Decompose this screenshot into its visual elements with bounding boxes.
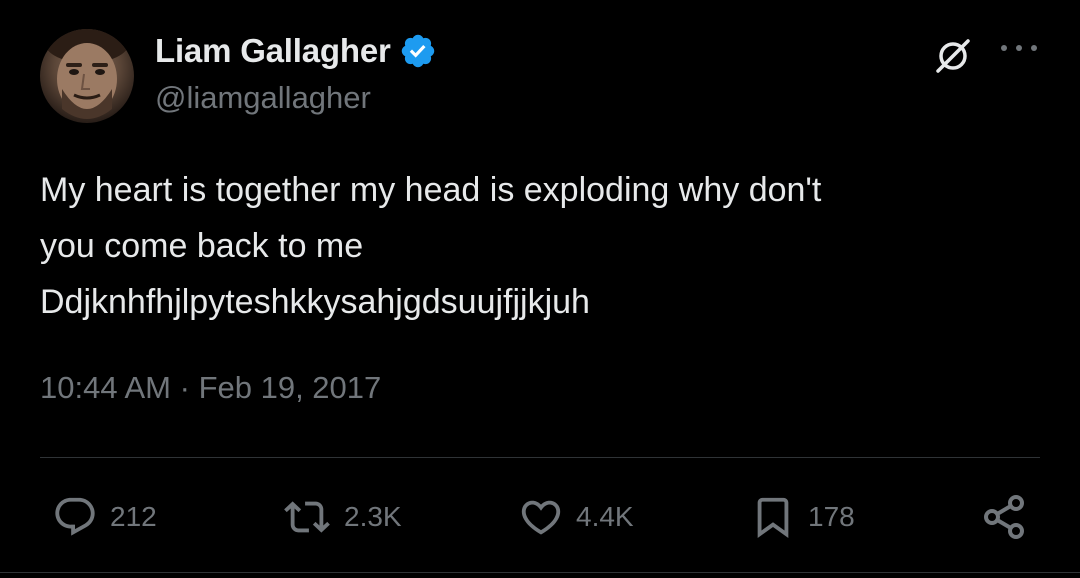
bottom-divider — [0, 572, 1080, 573]
reply-count: 212 — [110, 501, 157, 532]
bookmark-count: 178 — [808, 501, 855, 532]
repost-count: 2.3K — [344, 501, 402, 532]
grok-icon[interactable] — [932, 35, 974, 77]
heart-icon — [521, 500, 561, 535]
reply-icon — [55, 497, 95, 536]
avatar-image — [45, 29, 129, 119]
more-icon[interactable] — [1001, 38, 1037, 58]
tweet-date: Feb 19, 2017 — [198, 370, 382, 405]
tweet-timestamp[interactable]: 10:44 AM · Feb 19, 2017 — [40, 370, 381, 406]
verified-badge-icon[interactable] — [399, 32, 437, 70]
action-bar: 212 2.3K 4.4K 178 — [0, 490, 1080, 544]
share-icon — [984, 495, 1024, 539]
like-count: 4.4K — [576, 501, 634, 532]
author-name-row: Liam Gallagher — [155, 32, 437, 70]
repost-button[interactable]: 2.3K — [282, 490, 402, 544]
divider — [40, 457, 1040, 458]
avatar[interactable] — [40, 29, 134, 123]
reply-button[interactable]: 212 — [52, 490, 157, 544]
author-name[interactable]: Liam Gallagher — [155, 32, 391, 70]
meta-separator: · — [179, 370, 190, 405]
tweet-text: My heart is together my head is explodin… — [40, 171, 822, 321]
repost-icon — [284, 501, 330, 533]
bookmark-button[interactable]: 178 — [750, 490, 855, 544]
share-button[interactable] — [980, 490, 1028, 544]
bookmark-icon — [757, 497, 789, 538]
author-handle[interactable]: @liamgallagher — [155, 80, 371, 116]
tweet-time: 10:44 AM — [40, 370, 171, 405]
like-button[interactable]: 4.4K — [518, 490, 634, 544]
